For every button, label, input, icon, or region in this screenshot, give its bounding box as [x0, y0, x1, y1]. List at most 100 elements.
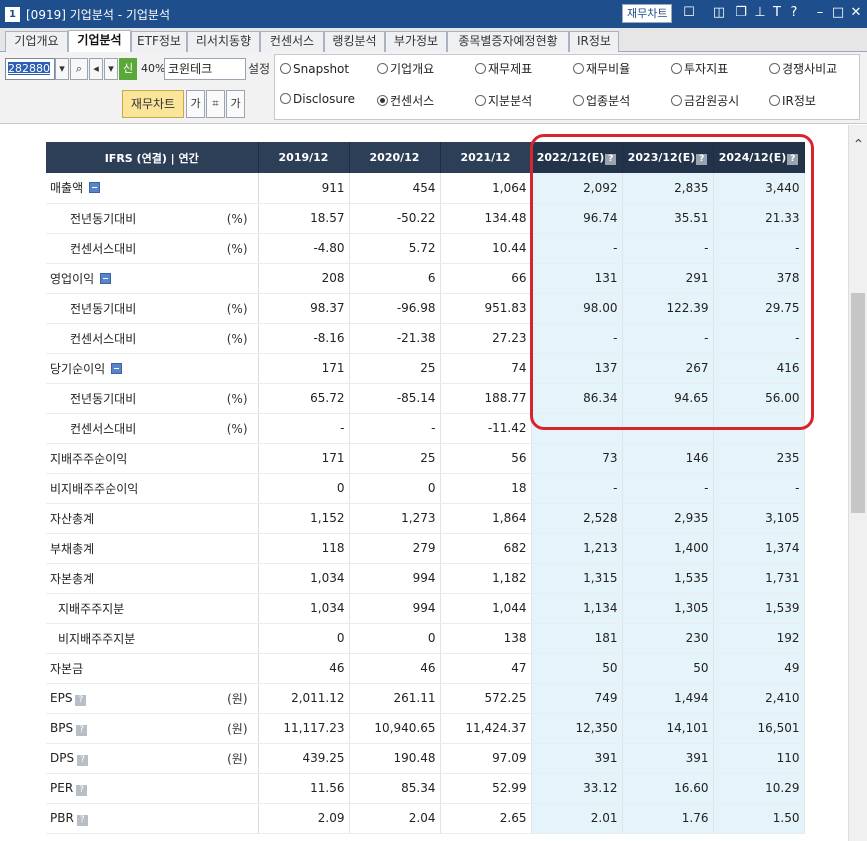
help-icon[interactable]: ?	[605, 153, 617, 165]
table-cell: 1,731	[713, 563, 805, 594]
scroll-thumb[interactable]	[851, 293, 865, 513]
tab-research[interactable]: 리서치동향	[187, 31, 260, 52]
help-icon[interactable]: ?	[786, 5, 802, 21]
tab-company-analysis[interactable]: 기업분석	[68, 30, 131, 53]
radio-company-overview[interactable]: 기업개요	[377, 61, 434, 77]
new-badge[interactable]: 신	[119, 58, 137, 80]
stock-code-input[interactable]: 282880	[5, 58, 55, 80]
chart-icon[interactable]: ☐	[681, 5, 697, 21]
help-icon[interactable]: ?	[696, 153, 708, 165]
table-cell: 1,182	[440, 563, 532, 594]
row-label-cell: 전년동기대비 (%)	[46, 293, 259, 324]
tab-extra-info[interactable]: 부가정보	[385, 31, 447, 52]
column-header-estimate: 2024/12(E)?	[713, 142, 805, 173]
help-icon[interactable]: ?	[76, 814, 88, 826]
setting-button[interactable]: 설정	[248, 58, 270, 80]
table-cell: -	[349, 413, 441, 444]
finance-chart-title-button[interactable]: 재무차트	[622, 4, 673, 23]
font-small-button[interactable]: 가	[186, 90, 205, 118]
help-icon[interactable]: ?	[76, 784, 88, 796]
font-large-button[interactable]: 가	[226, 90, 245, 118]
radio-fss-disclosure[interactable]: 금감원공시	[671, 93, 739, 109]
table-cell: 137	[531, 353, 623, 384]
table-cell: 439.25	[258, 743, 350, 774]
table-cell: 131	[531, 263, 623, 294]
table-cell: 192	[713, 623, 805, 654]
table-cell: 5.72	[349, 233, 441, 264]
help-icon[interactable]: ?	[787, 153, 799, 165]
speaker-icon[interactable]: ◂	[89, 58, 103, 80]
collapse-icon[interactable]	[100, 272, 112, 284]
table-cell: 391	[531, 743, 623, 774]
radio-snapshot[interactable]: Snapshot	[280, 61, 349, 77]
code-dropdown-icon[interactable]: ▾	[55, 58, 69, 80]
row-unit: (%)	[226, 301, 248, 316]
table-cell: 11,424.37	[440, 713, 532, 744]
pin-icon[interactable]: ⊥	[752, 5, 768, 21]
fit-icon[interactable]: ⌗	[206, 90, 225, 118]
table-row: 자본금 46 46 47 50 50 49	[46, 653, 805, 684]
consensus-table: IFRS (연결) | 연간 2019/12 2020/12 2021/12 2…	[46, 142, 805, 834]
more-dropdown-icon[interactable]: ▾	[104, 58, 118, 80]
table-row: 지배주주지분 1,034 994 1,044 1,134 1,305 1,539	[46, 593, 805, 624]
help-icon[interactable]: ?	[77, 754, 89, 766]
radio-financial-ratios[interactable]: 재무비율	[573, 61, 630, 77]
table-cell: 46	[258, 653, 350, 684]
table-cell: -8.16	[258, 323, 350, 354]
table-cell: 171	[258, 443, 350, 474]
tab-capital-increase[interactable]: 종목별증자예정현황	[447, 31, 569, 52]
scroll-up-icon[interactable]: ⌃	[849, 137, 867, 153]
help-icon[interactable]: ?	[75, 694, 87, 706]
radio-dot	[280, 63, 291, 74]
tab-ranking[interactable]: 랭킹분석	[324, 31, 385, 52]
table-cell: 146	[622, 443, 714, 474]
row-label-cell: 컨센서스대비 (%)	[46, 323, 259, 354]
tab-etf-info[interactable]: ETF정보	[131, 31, 187, 52]
collapse-icon[interactable]	[111, 362, 123, 374]
tab-ir-info[interactable]: IR정보	[569, 31, 619, 52]
table-cell: 911	[258, 173, 350, 204]
table-cell: 25	[349, 443, 441, 474]
table-cell	[713, 413, 805, 444]
radio-industry-analysis[interactable]: 업종분석	[573, 93, 630, 109]
radio-financial-statements[interactable]: 재무제표	[475, 61, 532, 77]
tab-company-overview[interactable]: 기업개요	[5, 31, 68, 52]
help-icon[interactable]: ?	[76, 724, 88, 736]
table-cell: 1,134	[531, 593, 623, 624]
row-unit: (%)	[226, 391, 248, 406]
collapse-icon[interactable]	[89, 182, 101, 194]
table-cell: 2.01	[531, 803, 623, 834]
radio-ir-info[interactable]: IR정보	[769, 93, 816, 109]
table-cell: 52.99	[440, 773, 532, 804]
row-label-cell: 부채총계	[46, 533, 259, 564]
maximize-icon[interactable]: □	[830, 5, 846, 21]
table-cell: 2,528	[531, 503, 623, 534]
row-label-cell: PBR?	[46, 803, 259, 834]
search-icon[interactable]: ⌕	[70, 58, 88, 80]
radio-equity-analysis[interactable]: 지분분석	[475, 93, 532, 109]
table-row: 전년동기대비 (%) 98.37 -96.98 951.83 98.00 122.39 29.…	[46, 293, 805, 324]
font-icon[interactable]: T	[769, 5, 785, 21]
table-cell: -50.22	[349, 203, 441, 234]
table-row: 지배주주순이익 171 25 56 73 146 235	[46, 443, 805, 474]
table-cell: 0	[258, 473, 350, 504]
table-cell: 1,315	[531, 563, 623, 594]
radio-investment-indicators[interactable]: 투자지표	[671, 61, 728, 77]
row-label-cell: 비지배주주지분	[46, 623, 259, 654]
split-icon[interactable]: ◫	[711, 5, 727, 21]
table-cell: 138	[440, 623, 532, 654]
tab-consensus[interactable]: 컨센서스	[260, 31, 324, 52]
radio-competitor-comparison[interactable]: 경쟁사비교	[769, 61, 837, 77]
close-icon[interactable]: ✕	[848, 5, 864, 21]
vertical-scrollbar[interactable]: ⌃	[848, 125, 867, 841]
table-cell: 682	[440, 533, 532, 564]
stock-name-field[interactable]: 코윈테크	[164, 58, 246, 80]
minimize-icon[interactable]: –	[812, 5, 828, 21]
table-row: 매출액 911 454 1,064 2,092 2,835 3,440	[46, 173, 805, 204]
table-cell: 65.72	[258, 383, 350, 414]
restore-icon[interactable]: ❐	[733, 5, 749, 21]
radio-consensus[interactable]: 컨센서스	[377, 93, 434, 109]
window-number: 1	[5, 6, 20, 22]
finance-chart-button[interactable]: 재무차트	[122, 90, 184, 118]
radio-disclosure[interactable]: Disclosure	[280, 91, 355, 107]
